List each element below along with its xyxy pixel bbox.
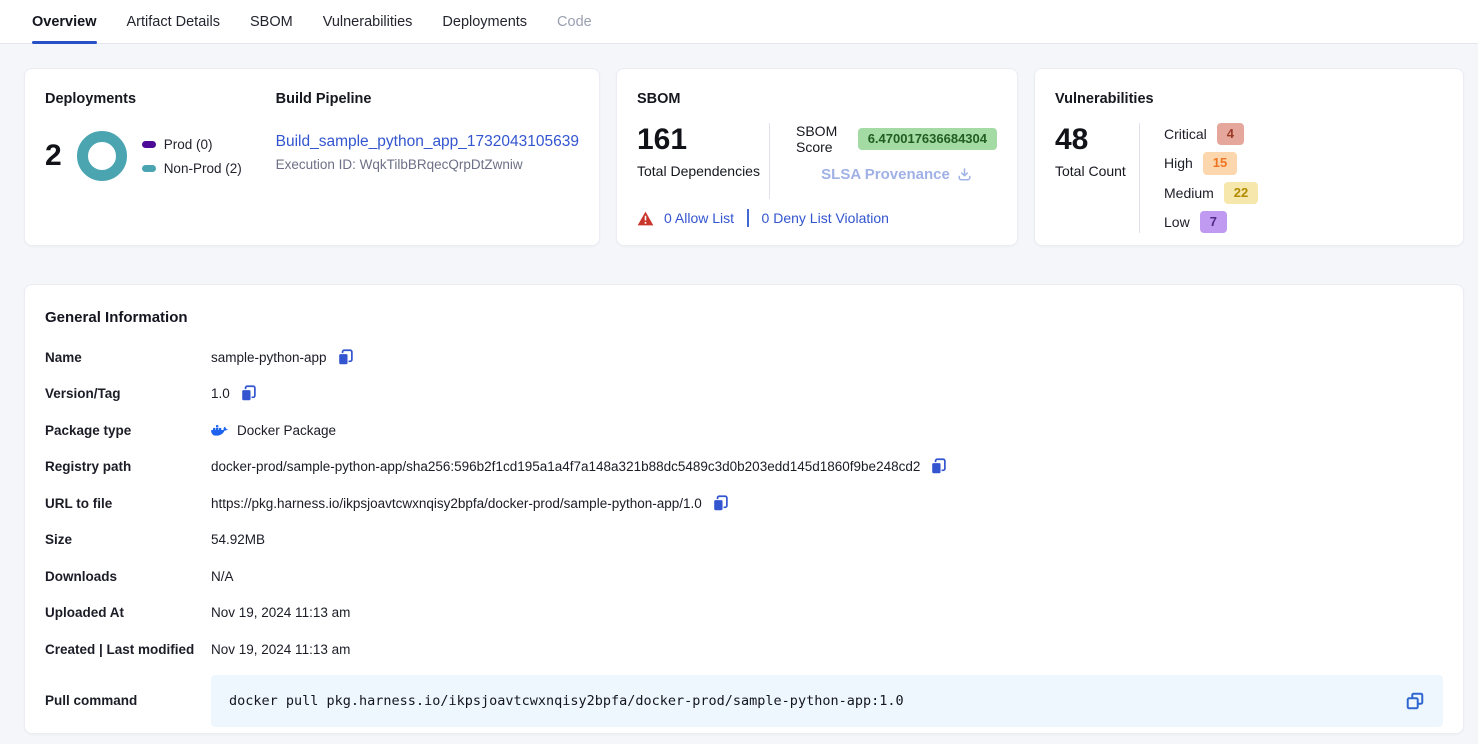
allow-list-link[interactable]: 0 Allow List xyxy=(664,210,734,226)
severity-row-high: High 15 xyxy=(1164,152,1443,174)
info-row-package-type: Package type Docker Package xyxy=(45,419,1443,441)
copy-pull-command-button[interactable] xyxy=(1405,691,1425,711)
downloads-label: Downloads xyxy=(45,569,211,584)
name-label: Name xyxy=(45,350,211,365)
tab-sbom[interactable]: SBOM xyxy=(250,0,293,43)
url-to-file-label: URL to file xyxy=(45,496,211,511)
severity-pill-low: 7 xyxy=(1200,211,1227,233)
version-value: 1.0 xyxy=(211,386,230,401)
deny-list-link[interactable]: 0 Deny List Violation xyxy=(762,210,889,226)
build-pipeline-title: Build Pipeline xyxy=(276,91,579,107)
pull-command-box: docker pull pkg.harness.io/ikpsjoavtcwxn… xyxy=(211,675,1443,727)
info-row-downloads: Downloads N/A xyxy=(45,565,1443,587)
sbom-total-label: Total Dependencies xyxy=(637,163,769,179)
execution-id: Execution ID: WqkTilbBRqecQrpDtZwniw xyxy=(276,157,579,172)
slsa-provenance-label: SLSA Provenance xyxy=(821,166,950,183)
info-row-name: Name sample-python-app xyxy=(45,346,1443,368)
severity-label-critical: Critical xyxy=(1164,126,1207,142)
size-value: 54.92MB xyxy=(211,532,265,547)
copy-url-button[interactable] xyxy=(712,495,729,512)
severity-pill-medium: 22 xyxy=(1224,182,1258,204)
severity-label-low: Low xyxy=(1164,214,1190,230)
severity-row-low: Low 7 xyxy=(1164,211,1443,233)
package-type-value: Docker Package xyxy=(237,423,336,438)
name-value: sample-python-app xyxy=(211,350,327,365)
summary-cards: Deployments 2 Prod (0) Non-Prod (2) Buil… xyxy=(0,44,1478,246)
docker-icon xyxy=(211,423,229,437)
registry-path-value: docker-prod/sample-python-app/sha256:596… xyxy=(211,459,920,474)
severity-list: Critical 4 High 15 Medium 22 Low 7 xyxy=(1140,123,1443,233)
registry-path-label: Registry path xyxy=(45,459,211,474)
warning-icon xyxy=(637,211,654,226)
deployments-section: Deployments 2 Prod (0) Non-Prod (2) xyxy=(45,91,256,227)
info-row-version: Version/Tag 1.0 xyxy=(45,383,1443,405)
build-pipeline-section: Build Pipeline Build_sample_python_app_1… xyxy=(256,91,579,227)
nonprod-label: Non-Prod (2) xyxy=(164,161,242,176)
pull-command-label: Pull command xyxy=(45,693,211,708)
vulnerabilities-total: 48 xyxy=(1055,123,1139,157)
vulnerabilities-stats: 48 Total Count xyxy=(1055,123,1139,233)
deployments-card: Deployments 2 Prod (0) Non-Prod (2) Buil… xyxy=(24,68,600,246)
sbom-card: SBOM 161 Total Dependencies SBOM Score 6… xyxy=(616,68,1018,246)
deployments-donut-chart xyxy=(77,131,127,181)
sbom-total: 161 xyxy=(637,123,769,157)
package-type-label: Package type xyxy=(45,423,211,438)
size-label: Size xyxy=(45,532,211,547)
copy-registry-path-button[interactable] xyxy=(930,458,947,475)
nonprod-swatch xyxy=(142,165,156,172)
info-row-uploaded-at: Uploaded At Nov 19, 2024 11:13 am xyxy=(45,602,1443,624)
legend-item-prod: Prod (0) xyxy=(142,137,242,152)
url-to-file-value: https://pkg.harness.io/ikpsjoavtcwxnqisy… xyxy=(211,496,702,511)
severity-pill-high: 15 xyxy=(1203,152,1237,174)
vulnerabilities-total-label: Total Count xyxy=(1055,163,1139,179)
copy-version-button[interactable] xyxy=(240,385,257,402)
created-modified-value: Nov 19, 2024 11:13 am xyxy=(211,642,350,657)
general-information-card: General Information Name sample-python-a… xyxy=(24,284,1464,734)
copy-name-button[interactable] xyxy=(337,349,354,366)
info-row-size: Size 54.92MB xyxy=(45,529,1443,551)
severity-row-medium: Medium 22 xyxy=(1164,182,1443,204)
vulnerabilities-card: Vulnerabilities 48 Total Count Critical … xyxy=(1034,68,1464,246)
sbom-title: SBOM xyxy=(637,91,997,107)
slsa-provenance-link[interactable]: SLSA Provenance xyxy=(796,166,997,183)
tab-deployments[interactable]: Deployments xyxy=(442,0,527,43)
severity-label-high: High xyxy=(1164,155,1193,171)
tab-code: Code xyxy=(557,0,592,43)
deployments-title: Deployments xyxy=(45,91,256,107)
severity-pill-critical: 4 xyxy=(1217,123,1244,145)
created-modified-label: Created | Last modified xyxy=(45,642,211,657)
tab-overview[interactable]: Overview xyxy=(32,0,97,43)
version-label: Version/Tag xyxy=(45,386,211,401)
download-icon xyxy=(957,167,972,182)
tab-vulnerabilities[interactable]: Vulnerabilities xyxy=(323,0,413,43)
prod-swatch xyxy=(142,141,156,148)
uploaded-at-label: Uploaded At xyxy=(45,605,211,620)
deployments-total: 2 xyxy=(45,139,62,173)
vulnerabilities-title: Vulnerabilities xyxy=(1055,91,1443,107)
general-information-title: General Information xyxy=(45,309,1443,326)
legend-item-nonprod: Non-Prod (2) xyxy=(142,161,242,176)
info-row-url: URL to file https://pkg.harness.io/ikpsj… xyxy=(45,492,1443,514)
uploaded-at-value: Nov 19, 2024 11:13 am xyxy=(211,605,350,620)
info-row-created-modified: Created | Last modified Nov 19, 2024 11:… xyxy=(45,638,1443,660)
build-pipeline-link[interactable]: Build_sample_python_app_1732043105639 xyxy=(276,133,579,151)
tab-bar: Overview Artifact Details SBOM Vulnerabi… xyxy=(0,0,1478,44)
info-row-registry-path: Registry path docker-prod/sample-python-… xyxy=(45,456,1443,478)
tab-artifact-details[interactable]: Artifact Details xyxy=(127,0,220,43)
pull-command-value: docker pull pkg.harness.io/ikpsjoavtcwxn… xyxy=(229,693,1399,709)
deployments-legend: Prod (0) Non-Prod (2) xyxy=(142,137,242,176)
info-row-pull-command: Pull command docker pull pkg.harness.io/… xyxy=(45,675,1443,727)
severity-row-critical: Critical 4 xyxy=(1164,123,1443,145)
sbom-score-label: SBOM Score xyxy=(796,123,848,155)
downloads-value: N/A xyxy=(211,569,234,584)
sbom-stats: 161 Total Dependencies xyxy=(637,123,769,199)
severity-label-medium: Medium xyxy=(1164,185,1214,201)
links-separator xyxy=(747,209,749,227)
prod-label: Prod (0) xyxy=(164,137,213,152)
sbom-score-badge: 6.470017636684304 xyxy=(858,128,997,150)
